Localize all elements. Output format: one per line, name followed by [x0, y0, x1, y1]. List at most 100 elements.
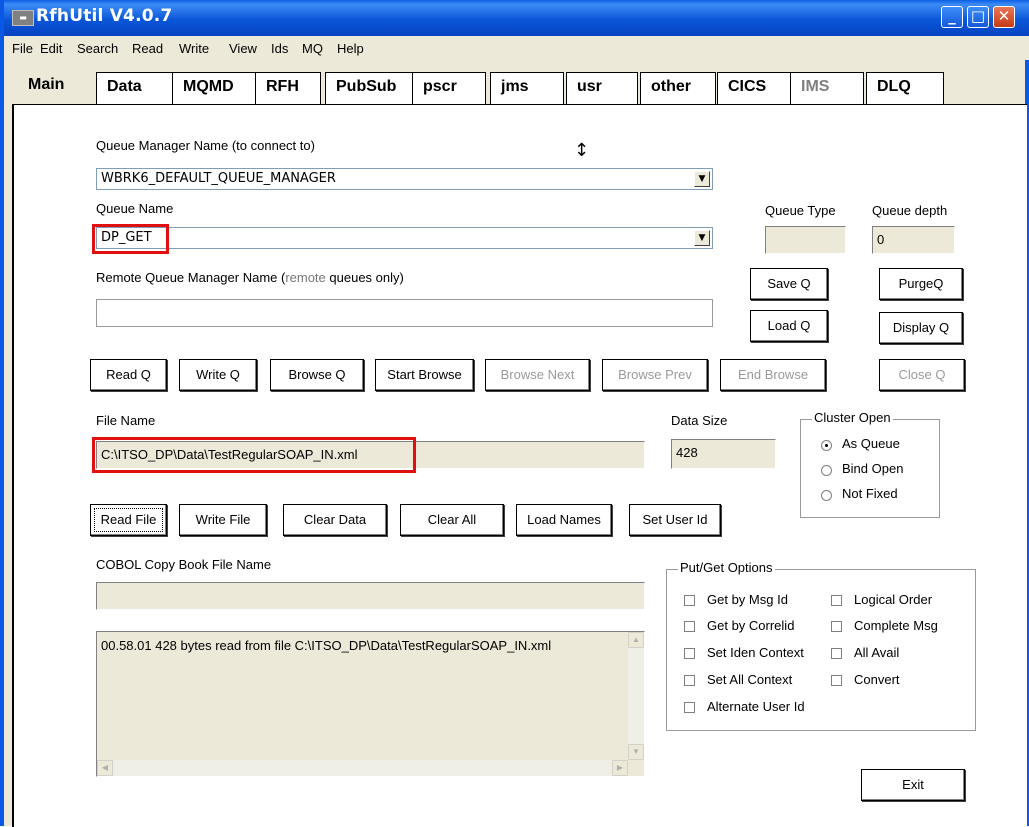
- get-by-msg-id-label[interactable]: Get by Msg Id: [707, 592, 788, 607]
- tab-pscr[interactable]: pscr: [412, 72, 486, 104]
- queue-type-field: [765, 226, 846, 254]
- app-icon: ▬: [12, 10, 34, 26]
- scroll-left-icon[interactable]: ◀: [97, 760, 113, 776]
- menu-ids[interactable]: Ids: [271, 41, 288, 56]
- browse-q-button[interactable]: Browse Q: [270, 359, 364, 391]
- horizontal-scrollbar[interactable]: ◀ ▶: [97, 760, 628, 776]
- menu-file[interactable]: File: [12, 41, 33, 56]
- write-file-button[interactable]: Write File: [179, 504, 267, 536]
- complete-msg-checkbox[interactable]: [831, 621, 842, 632]
- bind-open-radio[interactable]: [821, 465, 832, 476]
- put-get-options-title: Put/Get Options: [678, 560, 775, 575]
- menu-bar: File Edit Search Read Write View Ids MQ …: [4, 36, 1029, 60]
- logical-order-checkbox[interactable]: [831, 595, 842, 606]
- all-avail-label[interactable]: All Avail: [854, 645, 899, 660]
- browse-next-button[interactable]: Browse Next: [485, 359, 590, 391]
- chevron-down-icon[interactable]: ▼: [694, 230, 710, 246]
- qmgr-combo[interactable]: WBRK6_DEFAULT_QUEUE_MANAGER ▼: [96, 168, 713, 190]
- menu-mq[interactable]: MQ: [302, 41, 323, 56]
- queue-name-combo[interactable]: DP_GET ▼: [96, 227, 713, 249]
- cobol-label: COBOL Copy Book File Name: [96, 557, 272, 572]
- write-q-button[interactable]: Write Q: [179, 359, 257, 391]
- highlight-queue-name: [92, 224, 169, 254]
- set-iden-context-label[interactable]: Set Iden Context: [707, 645, 804, 660]
- logical-order-label[interactable]: Logical Order: [854, 592, 932, 607]
- minimize-button[interactable]: _: [941, 6, 963, 28]
- read-file-button[interactable]: Read File: [90, 504, 167, 536]
- end-browse-button[interactable]: End Browse: [720, 359, 826, 391]
- tab-rfh[interactable]: RFH: [255, 72, 321, 104]
- not-fixed-radio[interactable]: [821, 490, 832, 501]
- set-all-context-checkbox[interactable]: [684, 675, 695, 686]
- alternate-user-id-label[interactable]: Alternate User Id: [707, 699, 805, 714]
- queue-depth-label: Queue depth: [872, 203, 948, 218]
- menu-read[interactable]: Read: [132, 41, 163, 56]
- highlight-file-name: [92, 437, 416, 473]
- tab-data[interactable]: Data: [96, 72, 173, 104]
- tab-ims[interactable]: IMS: [790, 72, 864, 104]
- complete-msg-label[interactable]: Complete Msg: [854, 618, 938, 633]
- remote-qmgr-label-remote: remote: [285, 270, 326, 285]
- resize-cursor-icon: ↕: [574, 140, 590, 161]
- scroll-up-icon[interactable]: ▲: [628, 632, 644, 648]
- set-all-context-label[interactable]: Set All Context: [707, 672, 792, 687]
- read-q-button[interactable]: Read Q: [90, 359, 167, 391]
- get-by-correlid-label[interactable]: Get by Correlid: [707, 618, 794, 633]
- menu-search[interactable]: Search: [77, 41, 118, 56]
- get-by-msg-id-checkbox[interactable]: [684, 595, 695, 606]
- tab-dlq[interactable]: DLQ: [866, 72, 944, 104]
- all-avail-checkbox[interactable]: [831, 648, 842, 659]
- menu-edit[interactable]: Edit: [40, 41, 62, 56]
- load-q-button[interactable]: Load Q: [750, 310, 828, 342]
- clear-all-button[interactable]: Clear All: [400, 504, 504, 536]
- close-button[interactable]: ✕: [993, 6, 1015, 28]
- scroll-down-icon[interactable]: ▼: [628, 744, 644, 760]
- set-user-id-button[interactable]: Set User Id: [629, 504, 721, 536]
- queue-depth-field: 0: [872, 226, 955, 254]
- as-queue-label[interactable]: As Queue: [842, 436, 900, 451]
- browse-prev-button[interactable]: Browse Prev: [602, 359, 708, 391]
- tab-usr[interactable]: usr: [566, 72, 638, 104]
- load-names-button[interactable]: Load Names: [516, 504, 612, 536]
- scroll-right-icon[interactable]: ▶: [612, 760, 628, 776]
- display-q-button[interactable]: Display Q: [879, 312, 963, 344]
- exit-button[interactable]: Exit: [861, 769, 965, 801]
- bind-open-label[interactable]: Bind Open: [842, 461, 903, 476]
- get-by-correlid-checkbox[interactable]: [684, 621, 695, 632]
- cobol-field[interactable]: [96, 582, 645, 610]
- tab-main[interactable]: Main: [16, 68, 98, 104]
- start-browse-button[interactable]: Start Browse: [375, 359, 474, 391]
- menu-view[interactable]: View: [229, 41, 257, 56]
- message-log[interactable]: 00.58.01 428 bytes read from file C:\ITS…: [96, 631, 645, 777]
- tab-pubsub[interactable]: PubSub: [325, 72, 413, 104]
- vertical-scrollbar[interactable]: ▲ ▼: [628, 632, 644, 760]
- data-size-field: 428: [671, 439, 776, 469]
- queue-type-label: Queue Type: [765, 203, 836, 218]
- not-fixed-label[interactable]: Not Fixed: [842, 486, 898, 501]
- tab-mqmd[interactable]: MQMD: [172, 72, 256, 104]
- data-size-label: Data Size: [671, 413, 728, 428]
- tab-other[interactable]: other: [640, 72, 716, 104]
- tab-jms[interactable]: jms: [490, 72, 564, 104]
- cluster-open-title: Cluster Open: [812, 410, 893, 425]
- log-entry: 00.58.01 428 bytes read from file C:\ITS…: [101, 638, 552, 653]
- chevron-down-icon[interactable]: ▼: [694, 171, 710, 187]
- convert-checkbox[interactable]: [831, 675, 842, 686]
- as-queue-radio[interactable]: [821, 440, 832, 451]
- alternate-user-id-checkbox[interactable]: [684, 702, 695, 713]
- queue-name-label: Queue Name: [96, 201, 174, 216]
- set-iden-context-checkbox[interactable]: [684, 648, 695, 659]
- convert-label[interactable]: Convert: [854, 672, 900, 687]
- title-bar[interactable]: ▬ RfhUtil V4.0.7 _ □ ✕: [4, 0, 1029, 36]
- qmgr-value: WBRK6_DEFAULT_QUEUE_MANAGER: [101, 171, 336, 186]
- close-q-button[interactable]: Close Q: [879, 359, 965, 391]
- menu-write[interactable]: Write: [179, 41, 209, 56]
- save-q-button[interactable]: Save Q: [750, 268, 828, 300]
- window-title: RfhUtil V4.0.7: [36, 6, 173, 26]
- menu-help[interactable]: Help: [337, 41, 364, 56]
- maximize-button[interactable]: □: [967, 6, 989, 28]
- clear-data-button[interactable]: Clear Data: [283, 504, 387, 536]
- tab-cics[interactable]: CICS: [717, 72, 791, 104]
- remote-qmgr-input[interactable]: [96, 299, 713, 327]
- purge-q-button[interactable]: PurgeQ: [879, 268, 963, 300]
